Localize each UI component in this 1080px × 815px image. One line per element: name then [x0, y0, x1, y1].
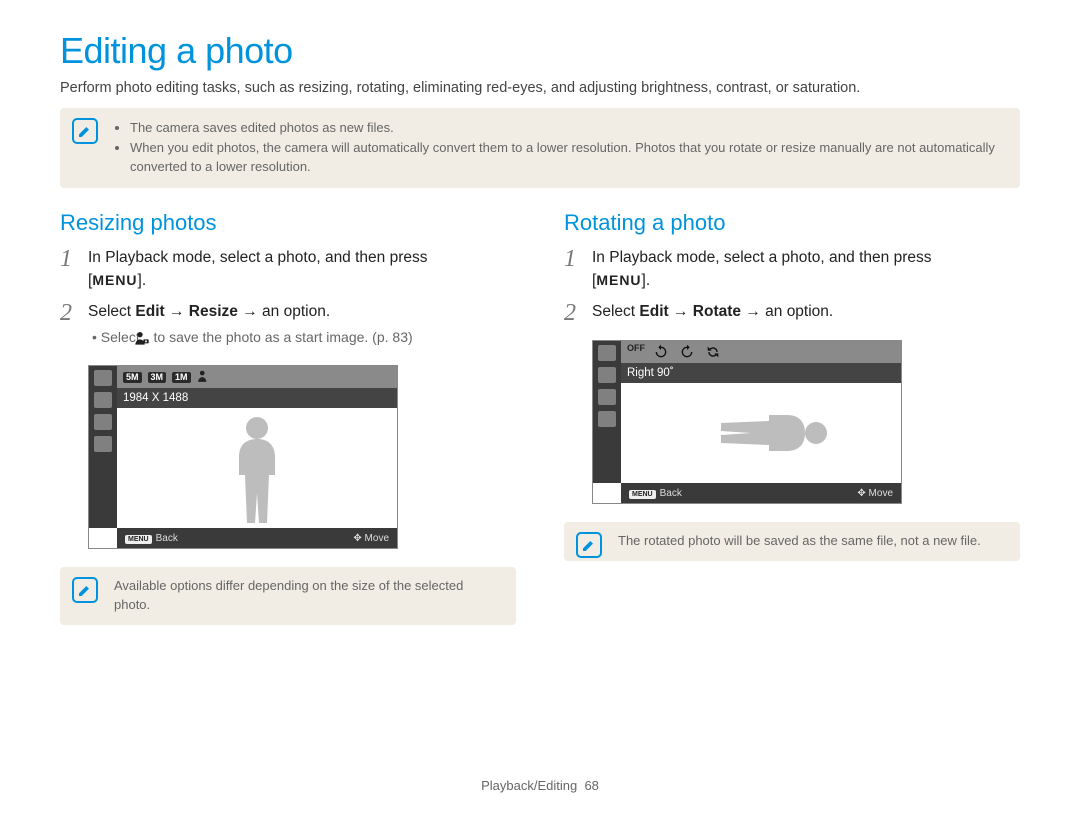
silhouette-standing-icon — [217, 413, 297, 523]
footer-section: Playback/Editing — [481, 778, 577, 793]
resizing-step2-text: Select Edit → Resize → an option. — [88, 303, 330, 320]
rotating-note-text: The rotated photo will be saved as the s… — [618, 533, 981, 548]
lcd-resize-topbar: 5M 3M 1M — [117, 366, 397, 388]
rotate-off-icon: OFF — [627, 344, 643, 360]
intro-paragraph: Perform photo editing tasks, such as res… — [60, 80, 1020, 96]
resizing-note-box: Available options differ depending on th… — [60, 567, 516, 625]
top-note-item-1: The camera saves edited photos as new fi… — [130, 119, 1006, 138]
lcd-rotate-canvas — [621, 383, 901, 483]
side-icon — [598, 389, 616, 405]
lcd-rotate-topbar: OFF — [621, 341, 901, 363]
step-number-1: 1 — [60, 246, 78, 293]
side-icon — [94, 370, 112, 386]
page-title: Editing a photo — [60, 30, 1020, 72]
step-number-1: 1 — [564, 246, 582, 293]
resizing-step-2: 2 Select Edit → Resize → an option. Sele… — [60, 300, 516, 351]
lcd-resize-canvas — [117, 408, 397, 528]
step-number-2: 2 — [60, 300, 78, 351]
lcd-resize: 5M 3M 1M 1984 X 1488 — [88, 365, 398, 549]
note-icon — [72, 118, 98, 144]
rotating-step2-text: Select Edit → Rotate → an option. — [592, 303, 833, 320]
note-icon — [72, 577, 98, 603]
top-note-box: The camera saves edited photos as new fi… — [60, 108, 1020, 188]
size-chip-5m: 5M — [123, 372, 142, 383]
start-image-chip-icon — [197, 370, 211, 385]
rotating-step1-text: In Playback mode, select a photo, and th… — [592, 249, 932, 266]
lcd-resize-footer: MENUBack ✥ Move — [117, 528, 397, 548]
side-icon — [598, 345, 616, 361]
columns: Resizing photos 1 In Playback mode, sele… — [60, 210, 1020, 647]
start-image-icon — [144, 330, 150, 351]
size-chip-3m: 3M — [148, 372, 167, 383]
lcd-back-label: Back — [660, 488, 682, 499]
column-rotating: Rotating a photo 1 In Playback mode, sel… — [564, 210, 1020, 647]
lcd-rotate-angle: Right 90˚ — [627, 367, 674, 379]
menu-label-right: MENU — [596, 272, 641, 288]
heading-rotating: Rotating a photo — [564, 210, 1020, 236]
rotate-left-icon — [679, 344, 695, 360]
column-resizing: Resizing photos 1 In Playback mode, sele… — [60, 210, 516, 647]
side-icon — [598, 367, 616, 383]
side-icon — [94, 392, 112, 408]
menu-tag-icon: MENU — [125, 535, 152, 544]
lcd-back-label: Back — [156, 533, 178, 544]
resizing-step-1: 1 In Playback mode, select a photo, and … — [60, 246, 516, 293]
note-icon — [576, 532, 602, 558]
rotate-right-icon — [653, 344, 669, 360]
menu-label-left: MENU — [92, 272, 137, 288]
silhouette-lying-icon — [691, 398, 831, 468]
resizing-step2-bullet: Select to save the photo as a start imag… — [88, 327, 516, 351]
menu-tag-icon: MENU — [629, 490, 656, 499]
rotate-icons-row: OFF — [627, 344, 721, 360]
top-note-item-2: When you edit photos, the camera will au… — [130, 139, 1006, 177]
side-icon — [94, 414, 112, 430]
lcd-resize-side-icons — [89, 366, 117, 528]
lcd-rotate-side-icons — [593, 341, 621, 483]
heading-resizing: Resizing photos — [60, 210, 516, 236]
resizing-note-text: Available options differ depending on th… — [114, 578, 463, 612]
lcd-rotate: OFF Right 90 — [592, 340, 902, 504]
rotate-180-icon — [705, 344, 721, 360]
lcd-move-label: Move — [869, 488, 893, 499]
side-icon — [598, 411, 616, 427]
lcd-rotate-toolbar: Right 90˚ — [621, 363, 901, 383]
page-root: Editing a photo Perform photo editing ta… — [0, 0, 1080, 815]
side-icon — [94, 436, 112, 452]
lcd-move-label: Move — [365, 533, 389, 544]
lcd-resize-toolbar: 1984 X 1488 — [117, 388, 397, 408]
footer-page-number: 68 — [584, 778, 598, 793]
lcd-resize-resolution: 1984 X 1488 — [123, 392, 188, 404]
size-chip-1m: 1M — [172, 372, 191, 383]
resizing-step1-text: In Playback mode, select a photo, and th… — [88, 249, 428, 266]
rotating-step-2: 2 Select Edit → Rotate → an option. — [564, 300, 1020, 326]
rotating-step-1: 1 In Playback mode, select a photo, and … — [564, 246, 1020, 293]
step-number-2: 2 — [564, 300, 582, 326]
lcd-rotate-footer: MENUBack ✥ Move — [621, 483, 901, 503]
rotating-note-box: The rotated photo will be saved as the s… — [564, 522, 1020, 561]
page-footer: Playback/Editing 68 — [0, 778, 1080, 793]
